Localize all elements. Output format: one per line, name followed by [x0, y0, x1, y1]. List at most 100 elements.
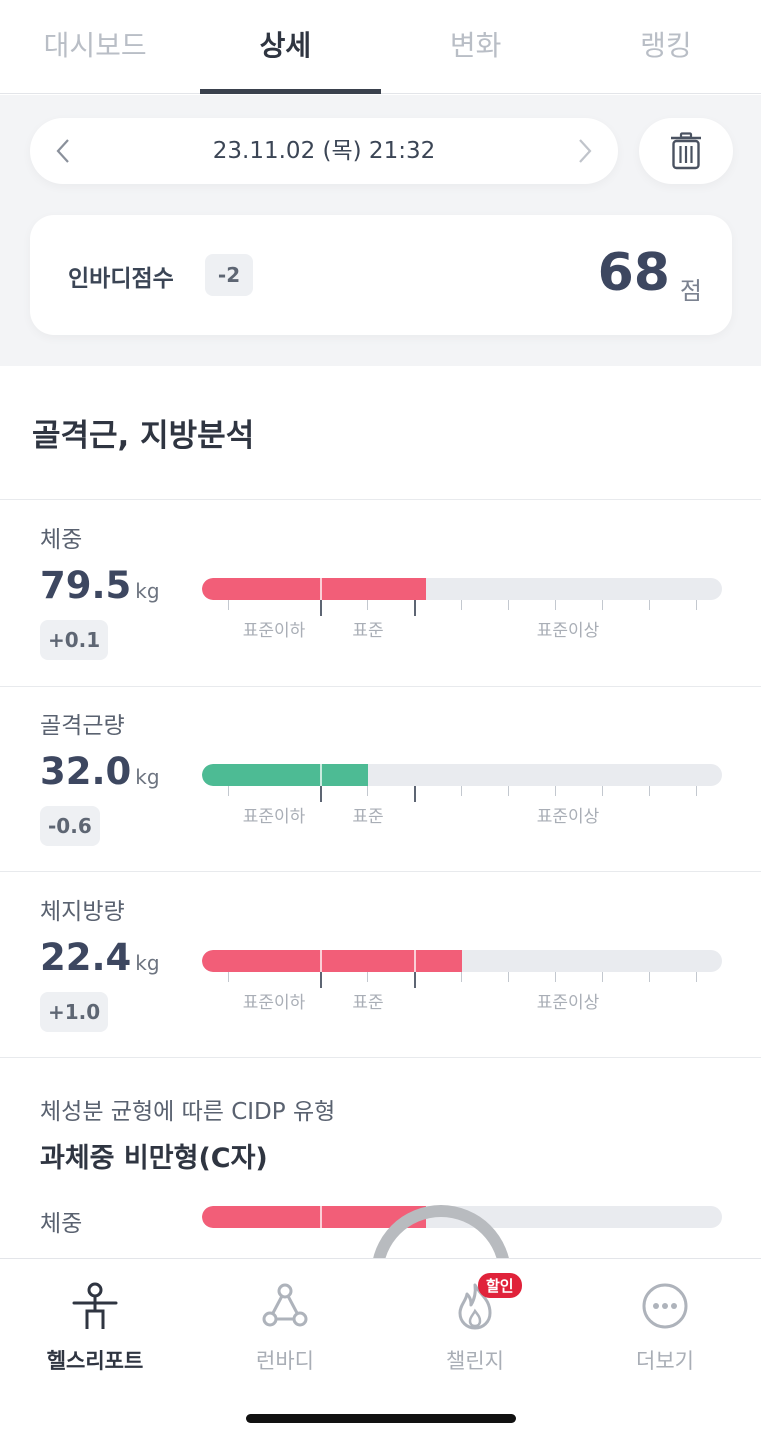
bar-separator [320, 950, 322, 972]
metric-label: 체중 [40, 527, 83, 553]
metric-bar [202, 950, 722, 972]
scale-tick [649, 972, 650, 982]
tab-detail[interactable]: 상세 [190, 0, 381, 94]
scale-tick [696, 600, 697, 610]
tab-changes[interactable]: 변화 [381, 0, 571, 93]
nav-health-report[interactable]: 헬스리포트 [0, 1279, 190, 1379]
nav-label: 더보기 [636, 1349, 694, 1373]
home-indicator [246, 1414, 516, 1423]
scale-major-tick [320, 972, 322, 988]
cidp-type: 과체중 비만형(C자) [40, 1143, 268, 1174]
scale-label-below: 표준이하 [242, 621, 306, 641]
scale-label-above: 표준이상 [536, 807, 600, 827]
sale-badge: 할인 [478, 1273, 522, 1298]
scale-tick [367, 786, 368, 796]
divider [0, 871, 761, 872]
scale-tick [555, 786, 556, 796]
health-report-icon [68, 1279, 122, 1333]
scale-tick [602, 786, 603, 796]
tab-ranking[interactable]: 랭킹 [571, 0, 761, 93]
divider [0, 499, 761, 500]
scale-tick [696, 786, 697, 796]
scale-major-tick [414, 786, 416, 802]
bottom-navigation: 헬스리포트 런바디 할인 챌린지 더보기 [0, 1258, 761, 1440]
scale-tick [602, 972, 603, 982]
metric-label: 체지방량 [40, 899, 125, 925]
scale-label-above: 표준이상 [536, 993, 600, 1013]
scale-tick [461, 786, 462, 796]
scale-label-below: 표준이하 [242, 807, 306, 827]
scale-tick [696, 972, 697, 982]
metric-change-badge: +0.1 [40, 620, 109, 660]
cidp-subtitle: 체성분 균형에 따른 CIDP 유형 [40, 1099, 336, 1125]
measurement-date: 23.11.02 (목) 21:32 [212, 138, 436, 164]
scale-ticks [202, 786, 722, 802]
inbody-score-card[interactable]: 인바디점수 -2 68 점 [30, 215, 732, 335]
scale-tick [228, 786, 229, 796]
section-title: 골격근, 지방분석 [32, 418, 255, 454]
scale-ticks [202, 600, 722, 616]
divider [0, 686, 761, 687]
more-dots-icon [638, 1279, 692, 1333]
nav-label: 헬스리포트 [46, 1349, 144, 1373]
challenge-flame-icon: 할인 [448, 1273, 522, 1333]
metric-bar-fill [202, 950, 462, 972]
date-navigator: 23.11.02 (목) 21:32 [30, 118, 618, 184]
scale-label-above: 표준이상 [536, 621, 600, 641]
metric-bar-fill [202, 578, 426, 600]
scale-tick [367, 972, 368, 982]
scale-tick [555, 600, 556, 610]
scale-tick [649, 786, 650, 796]
scale-major-tick [320, 600, 322, 616]
scale-tick [508, 786, 509, 796]
runbody-icon [258, 1279, 312, 1333]
metric-label: 골격근량 [40, 713, 125, 739]
chevron-right-icon[interactable] [552, 118, 618, 184]
scale-tick [461, 600, 462, 610]
bar-separator [320, 764, 322, 786]
scale-label-below: 표준이하 [242, 993, 306, 1013]
scale-tick [649, 600, 650, 610]
score-unit: 점 [679, 277, 702, 305]
bar-separator [320, 578, 322, 600]
scale-tick [602, 600, 603, 610]
metric-value: 22.4 kg [40, 936, 160, 979]
nav-label: 런바디 [256, 1349, 314, 1373]
scale-major-tick [320, 786, 322, 802]
scale-label-standard: 표준 [352, 807, 384, 827]
metric-bar-fill [202, 764, 368, 786]
scale-tick [508, 972, 509, 982]
score-value: 68 [597, 243, 670, 303]
scale-tick [228, 972, 229, 982]
nav-runbody[interactable]: 런바디 [190, 1279, 380, 1379]
score-change-badge: -2 [205, 254, 253, 296]
cidp-row-label: 체중 [40, 1211, 83, 1237]
scale-tick [228, 600, 229, 610]
scale-tick [367, 600, 368, 610]
divider [0, 1057, 761, 1058]
tab-dashboard[interactable]: 대시보드 [0, 0, 190, 93]
delete-button[interactable] [639, 118, 733, 184]
top-tab-bar: 대시보드 상세 변화 랭킹 [0, 0, 761, 94]
metric-value: 32.0 kg [40, 750, 160, 793]
scale-label-standard: 표준 [352, 621, 384, 641]
nav-label: 챌린지 [446, 1349, 504, 1373]
scale-major-tick [414, 600, 416, 616]
bar-separator [320, 1206, 322, 1228]
metric-change-badge: -0.6 [40, 806, 100, 846]
scale-tick [555, 972, 556, 982]
scale-major-tick [414, 972, 416, 988]
score-label: 인바디점수 [68, 266, 174, 292]
scale-tick [461, 972, 462, 982]
bar-separator [414, 950, 416, 972]
scale-ticks [202, 972, 722, 988]
metric-value: 79.5 kg [40, 564, 160, 607]
nav-more[interactable]: 더보기 [570, 1279, 760, 1379]
scale-tick [508, 600, 509, 610]
trash-icon [671, 132, 701, 170]
nav-challenge[interactable]: 할인 챌린지 [380, 1273, 570, 1379]
metric-change-badge: +1.0 [40, 992, 109, 1032]
scale-label-standard: 표준 [352, 993, 384, 1013]
metric-bar [202, 764, 722, 786]
metric-bar [202, 578, 722, 600]
